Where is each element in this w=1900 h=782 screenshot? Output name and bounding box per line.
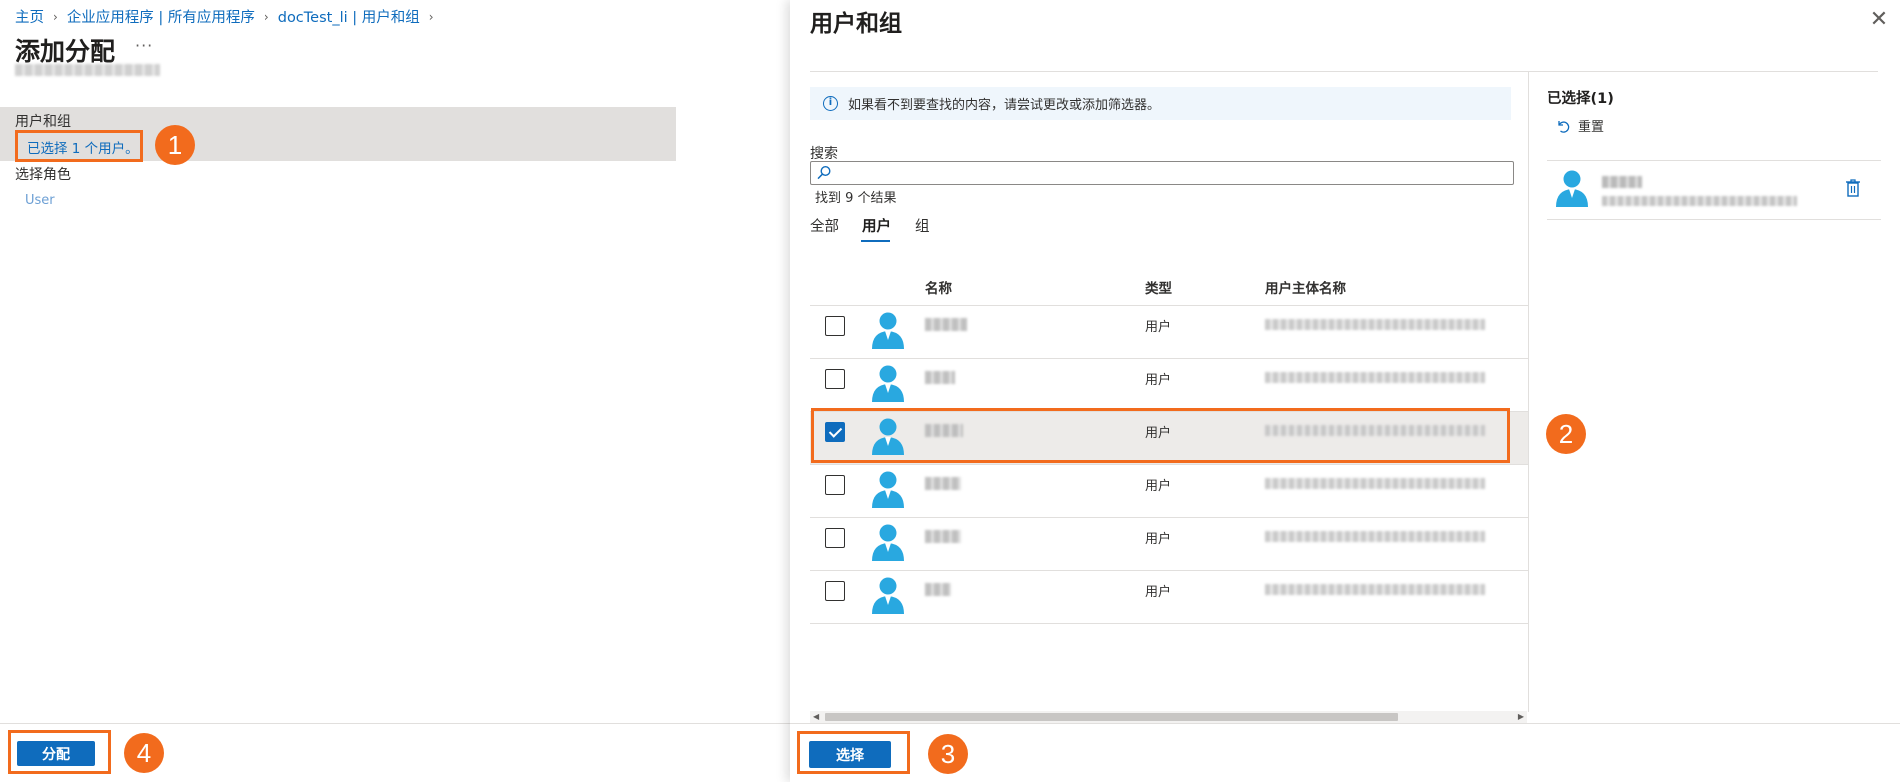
blade-title: 用户和组 [810, 11, 902, 37]
tab-groups[interactable]: 组 [915, 215, 930, 236]
scrollbar-thumb[interactable] [825, 713, 1398, 721]
tab-users[interactable]: 用户 [862, 215, 891, 236]
user-principal-name-redacted [1265, 584, 1485, 595]
user-type-cell: 用户 [1145, 585, 1172, 600]
table-row[interactable]: 用户 [810, 465, 1528, 518]
row-checkbox[interactable] [825, 528, 845, 548]
row-checkbox[interactable] [825, 316, 845, 336]
assign-button[interactable]: 分配 [17, 741, 95, 766]
active-tab-indicator [861, 240, 890, 242]
reset-button[interactable]: 重置 [1555, 116, 1604, 135]
scroll-right-arrow-icon[interactable]: ▶ [1518, 712, 1524, 721]
table-row[interactable]: 用户 [810, 571, 1528, 624]
row-checkbox[interactable] [825, 475, 845, 495]
selected-user-item [1547, 160, 1881, 220]
user-avatar-icon [1556, 170, 1588, 207]
user-type-cell: 用户 [1145, 479, 1172, 494]
search-icon[interactable] [816, 165, 832, 181]
column-header-upn[interactable]: 用户主体名称 [1265, 277, 1346, 297]
column-header-name[interactable]: 名称 [925, 277, 952, 297]
user-principal-name-redacted [1265, 425, 1485, 436]
app-subtitle-redacted [15, 64, 160, 76]
column-header-type[interactable]: 类型 [1145, 277, 1172, 297]
user-avatar-icon [872, 312, 904, 349]
user-name-redacted [925, 371, 955, 384]
user-name-redacted [925, 424, 963, 437]
user-avatar-icon [872, 471, 904, 508]
annotation-badge-1: 1 [155, 125, 195, 165]
info-message-text: 如果看不到要查找的内容，请尝试更改或添加筛选器。 [848, 98, 1161, 113]
selected-users-link[interactable]: 已选择 1 个用户。 [15, 130, 143, 162]
user-avatar-icon [872, 365, 904, 402]
user-principal-name-redacted [1265, 478, 1485, 489]
user-name-redacted [925, 477, 961, 490]
table-row[interactable]: 用户 [810, 412, 1528, 465]
row-checkbox[interactable] [825, 581, 845, 601]
user-principal-name-redacted [1265, 319, 1485, 330]
table-row[interactable]: 用户 [810, 359, 1528, 412]
users-groups-label: 用户和组 [15, 114, 71, 130]
user-avatar-icon [872, 418, 904, 455]
blade-divider [810, 71, 1878, 72]
selected-pane-divider [1528, 72, 1529, 712]
breadcrumb-separator: › [263, 9, 269, 24]
select-role-label: 选择角色 [15, 167, 71, 183]
annotation-badge-3: 3 [928, 734, 968, 774]
breadcrumb-enterprise-apps[interactable]: 企业应用程序 | 所有应用程序 [67, 6, 255, 27]
select-role-link[interactable]: User [25, 193, 55, 208]
user-avatar-icon [872, 524, 904, 561]
breadcrumb-separator: › [428, 9, 434, 24]
reset-icon [1558, 120, 1570, 133]
info-icon: i [823, 96, 838, 111]
search-label: 搜索 [810, 146, 838, 162]
user-name-redacted [925, 530, 961, 543]
add-assignment-panel: 主页 › 企业应用程序 | 所有应用程序 › docTest_li | 用户和组… [0, 0, 790, 782]
selected-user-upn-redacted [1602, 196, 1797, 206]
user-type-cell: 用户 [1145, 320, 1172, 335]
trash-icon[interactable] [1844, 178, 1862, 198]
page-title: 添加分配 [15, 37, 116, 66]
user-avatar-icon [872, 577, 904, 614]
users-table: 名称 类型 用户主体名称 用户 用户 用户 用户 用户 用户 [810, 266, 1528, 624]
info-message-bar: i 如果看不到要查找的内容，请尝试更改或添加筛选器。 [810, 87, 1511, 120]
row-checkbox[interactable] [825, 369, 845, 389]
breadcrumb: 主页 › 企业应用程序 | 所有应用程序 › docTest_li | 用户和组… [15, 6, 443, 27]
table-body: 用户 用户 用户 用户 用户 用户 [810, 306, 1528, 624]
more-options-button[interactable]: ··· [135, 36, 153, 55]
selected-user-name-redacted [1602, 176, 1642, 188]
breadcrumb-app-users-groups[interactable]: docTest_li | 用户和组 [278, 6, 420, 27]
horizontal-scrollbar[interactable]: ◀ ▶ [810, 711, 1527, 723]
table-header: 名称 类型 用户主体名称 [810, 266, 1528, 306]
user-type-cell: 用户 [1145, 532, 1172, 547]
user-type-cell: 用户 [1145, 426, 1172, 441]
row-checkbox[interactable] [825, 422, 845, 442]
annotation-badge-4: 4 [124, 733, 164, 773]
tab-all[interactable]: 全部 [810, 215, 839, 236]
breadcrumb-separator: › [53, 9, 58, 24]
reset-label: 重置 [1578, 120, 1605, 135]
close-icon[interactable]: ✕ [1867, 8, 1891, 32]
scroll-left-arrow-icon[interactable]: ◀ [813, 712, 819, 721]
user-principal-name-redacted [1265, 531, 1485, 542]
search-input[interactable] [810, 161, 1514, 185]
table-row[interactable]: 用户 [810, 518, 1528, 571]
select-button[interactable]: 选择 [809, 741, 891, 768]
selected-heading: 已选择(1) [1547, 91, 1614, 107]
user-principal-name-redacted [1265, 372, 1485, 383]
user-type-cell: 用户 [1145, 373, 1172, 388]
user-name-redacted [925, 583, 951, 596]
table-row[interactable]: 用户 [810, 306, 1528, 359]
left-footer [0, 723, 790, 782]
result-count: 找到 9 个结果 [815, 191, 897, 206]
annotation-badge-2: 2 [1546, 414, 1586, 454]
breadcrumb-home[interactable]: 主页 [15, 6, 44, 27]
user-name-redacted [925, 318, 967, 331]
